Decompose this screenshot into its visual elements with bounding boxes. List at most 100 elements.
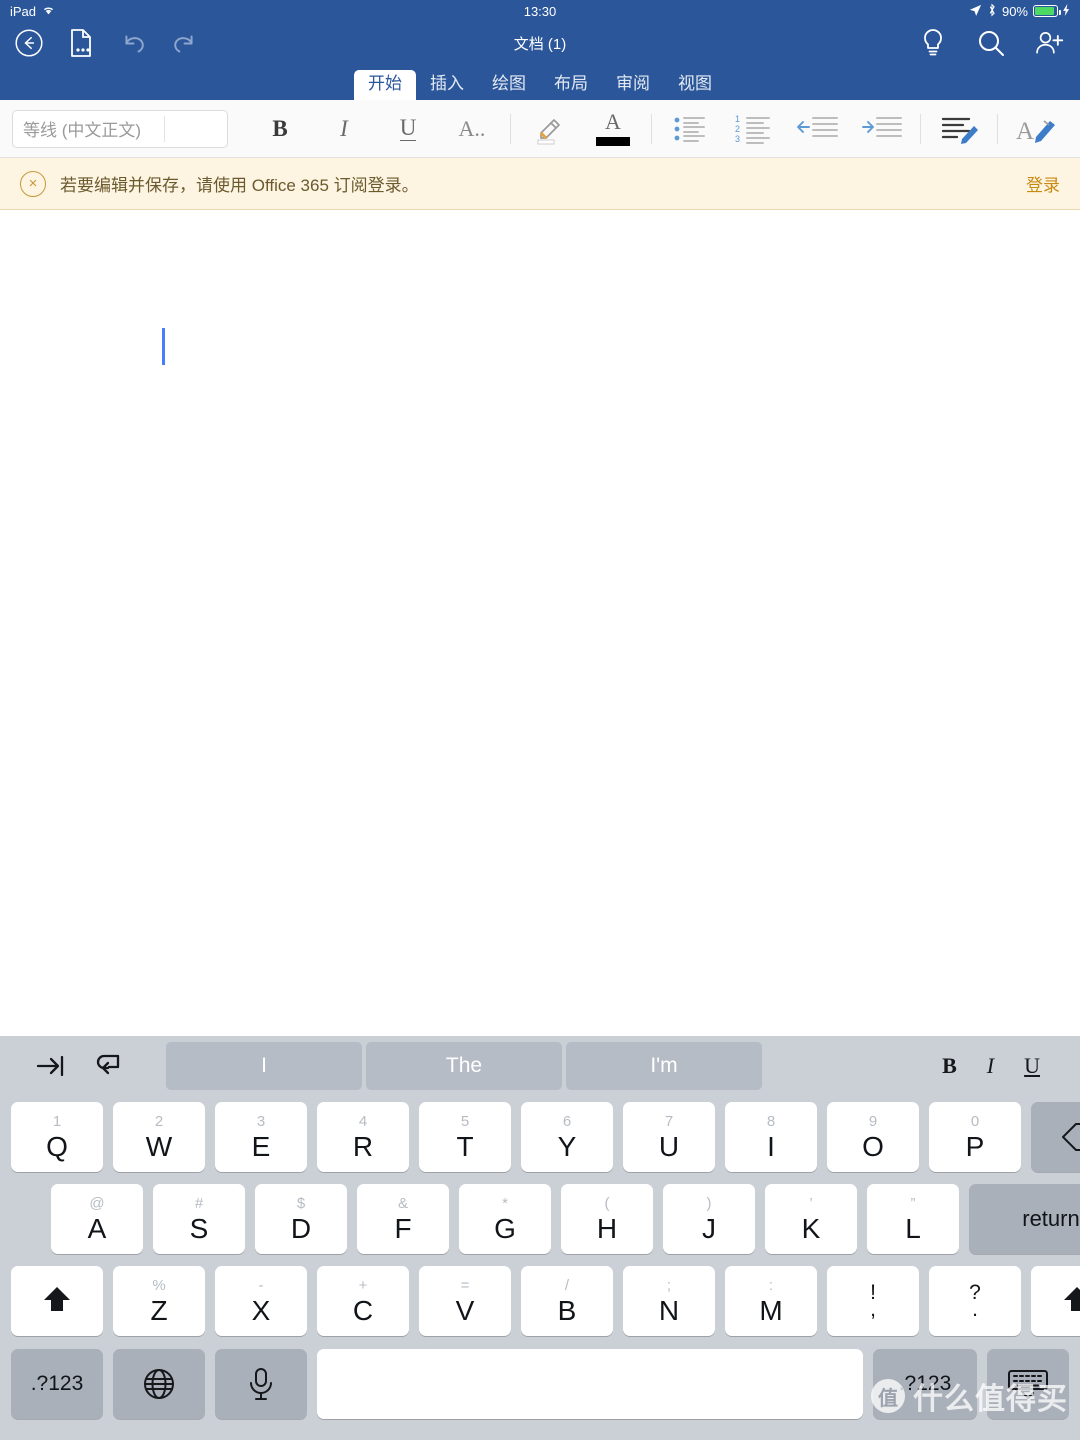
- key-n[interactable]: ; N: [623, 1266, 715, 1336]
- lightning-bolt-icon: [1063, 4, 1070, 18]
- key-alt: =: [460, 1276, 470, 1294]
- key-t[interactable]: 5T: [419, 1102, 511, 1172]
- paragraph-formatting-icon[interactable]: [927, 105, 991, 153]
- redo-icon[interactable]: [170, 28, 200, 58]
- toolbar-separator-3: [920, 113, 921, 144]
- space-key[interactable]: [317, 1349, 863, 1419]
- key-e[interactable]: 3E: [215, 1102, 307, 1172]
- numbers-key-right[interactable]: .?123: [873, 1349, 977, 1419]
- key-label: I: [767, 1130, 775, 1162]
- backspace-icon[interactable]: [1031, 1102, 1080, 1172]
- key-label: V: [455, 1294, 475, 1326]
- key-u[interactable]: 7U: [623, 1102, 715, 1172]
- lightbulb-icon[interactable]: [918, 28, 948, 58]
- text-style-brush-icon[interactable]: A: [1004, 105, 1068, 153]
- key-y[interactable]: 6Y: [521, 1102, 613, 1172]
- italic-button[interactable]: I: [312, 105, 376, 153]
- svg-text:3: 3: [735, 134, 740, 144]
- suggestion-item[interactable]: I: [166, 1042, 362, 1090]
- key-label: U: [658, 1130, 680, 1162]
- key-alt: ”: [910, 1194, 916, 1212]
- undo-icon[interactable]: [118, 28, 148, 58]
- file-menu-icon[interactable]: [66, 28, 96, 58]
- close-icon[interactable]: ×: [20, 170, 46, 197]
- battery-percent: 90%: [1001, 3, 1028, 19]
- nav-bar-right: [918, 22, 1064, 64]
- tab-key-icon[interactable]: [22, 1052, 80, 1080]
- key-d[interactable]: $ D: [255, 1184, 347, 1254]
- tab-view[interactable]: 视图: [664, 70, 726, 100]
- key-g[interactable]: * G: [459, 1184, 551, 1254]
- shift-right-icon[interactable]: [1031, 1266, 1080, 1336]
- key-s[interactable]: # S: [153, 1184, 245, 1254]
- key-k[interactable]: ’ K: [765, 1184, 857, 1254]
- key-q[interactable]: 1Q: [11, 1102, 103, 1172]
- key-label: .: [972, 1298, 978, 1321]
- signin-button[interactable]: 登录: [1026, 171, 1060, 196]
- key-alt: 4: [358, 1112, 368, 1130]
- tab-review[interactable]: 审阅: [602, 70, 664, 100]
- key-label: J: [702, 1212, 716, 1244]
- key-l[interactable]: ” L: [867, 1184, 959, 1254]
- key-c[interactable]: + C: [317, 1266, 409, 1336]
- keyboard-underline-button[interactable]: U: [1024, 1053, 1040, 1079]
- shift-left-icon[interactable]: [11, 1266, 103, 1336]
- add-person-icon[interactable]: [1034, 28, 1064, 58]
- key-alt: +: [358, 1276, 368, 1294]
- status-bar-right: 90%: [969, 3, 1070, 19]
- microphone-icon[interactable]: [215, 1349, 307, 1419]
- key-j[interactable]: ) J: [663, 1184, 755, 1254]
- key-exclamation-comma[interactable]: !,: [827, 1266, 919, 1336]
- key-alt: 0: [970, 1112, 980, 1130]
- document-canvas[interactable]: [0, 210, 1080, 1033]
- return-key[interactable]: return: [969, 1184, 1080, 1254]
- key-label: O: [862, 1130, 884, 1162]
- key-label: G: [494, 1212, 516, 1244]
- key-o[interactable]: 9O: [827, 1102, 919, 1172]
- key-b[interactable]: / B: [521, 1266, 613, 1336]
- bulleted-list-icon[interactable]: [658, 105, 722, 153]
- key-r[interactable]: 4R: [317, 1102, 409, 1172]
- key-f[interactable]: & F: [357, 1184, 449, 1254]
- key-question-period[interactable]: ?.: [929, 1266, 1021, 1336]
- increase-indent-icon[interactable]: [850, 105, 914, 153]
- key-label: H: [596, 1212, 618, 1244]
- numbers-key-left[interactable]: .?123: [11, 1349, 103, 1419]
- key-a[interactable]: @ A: [51, 1184, 143, 1254]
- location-arrow-icon: [969, 4, 982, 19]
- device-name: iPad: [10, 3, 37, 19]
- key-w[interactable]: 2W: [113, 1102, 205, 1172]
- back-icon[interactable]: [14, 28, 44, 58]
- tab-home[interactable]: 开始: [354, 70, 416, 100]
- tab-draw[interactable]: 绘图: [478, 70, 540, 100]
- key-p[interactable]: 0P: [929, 1102, 1021, 1172]
- keyboard-undo-icon[interactable]: [80, 1051, 138, 1081]
- key-i[interactable]: 8I: [725, 1102, 817, 1172]
- font-name-input[interactable]: 等线 (中文正文): [12, 109, 228, 148]
- suggestion-item[interactable]: The: [366, 1042, 562, 1090]
- suggestion-item[interactable]: I'm: [566, 1042, 762, 1090]
- underline-button[interactable]: U: [376, 105, 440, 153]
- decrease-indent-icon[interactable]: [786, 105, 850, 153]
- numbered-list-icon[interactable]: 123: [722, 105, 786, 153]
- key-z[interactable]: % Z: [113, 1266, 205, 1336]
- font-effects-button[interactable]: A..: [440, 105, 504, 153]
- key-h[interactable]: (H: [561, 1184, 653, 1254]
- key-m[interactable]: :M: [725, 1266, 817, 1336]
- font-color-icon[interactable]: A: [581, 105, 645, 153]
- wifi-icon: [41, 4, 56, 18]
- tab-layout[interactable]: 布局: [540, 70, 602, 100]
- keyboard-italic-button[interactable]: I: [987, 1053, 994, 1079]
- suggestion-bar: I The I'm B I U: [0, 1036, 1080, 1096]
- key-label: P: [965, 1130, 985, 1162]
- tab-insert[interactable]: 插入: [416, 70, 478, 100]
- highlight-icon[interactable]: [517, 105, 581, 153]
- globe-icon[interactable]: [113, 1349, 205, 1419]
- key-v[interactable]: = V: [419, 1266, 511, 1336]
- hide-keyboard-icon[interactable]: [987, 1349, 1069, 1419]
- toolbar-separator-2: [651, 113, 652, 144]
- bold-button[interactable]: B: [248, 105, 312, 153]
- key-x[interactable]: -X: [215, 1266, 307, 1336]
- keyboard-bold-button[interactable]: B: [942, 1053, 957, 1079]
- search-icon[interactable]: [976, 28, 1006, 58]
